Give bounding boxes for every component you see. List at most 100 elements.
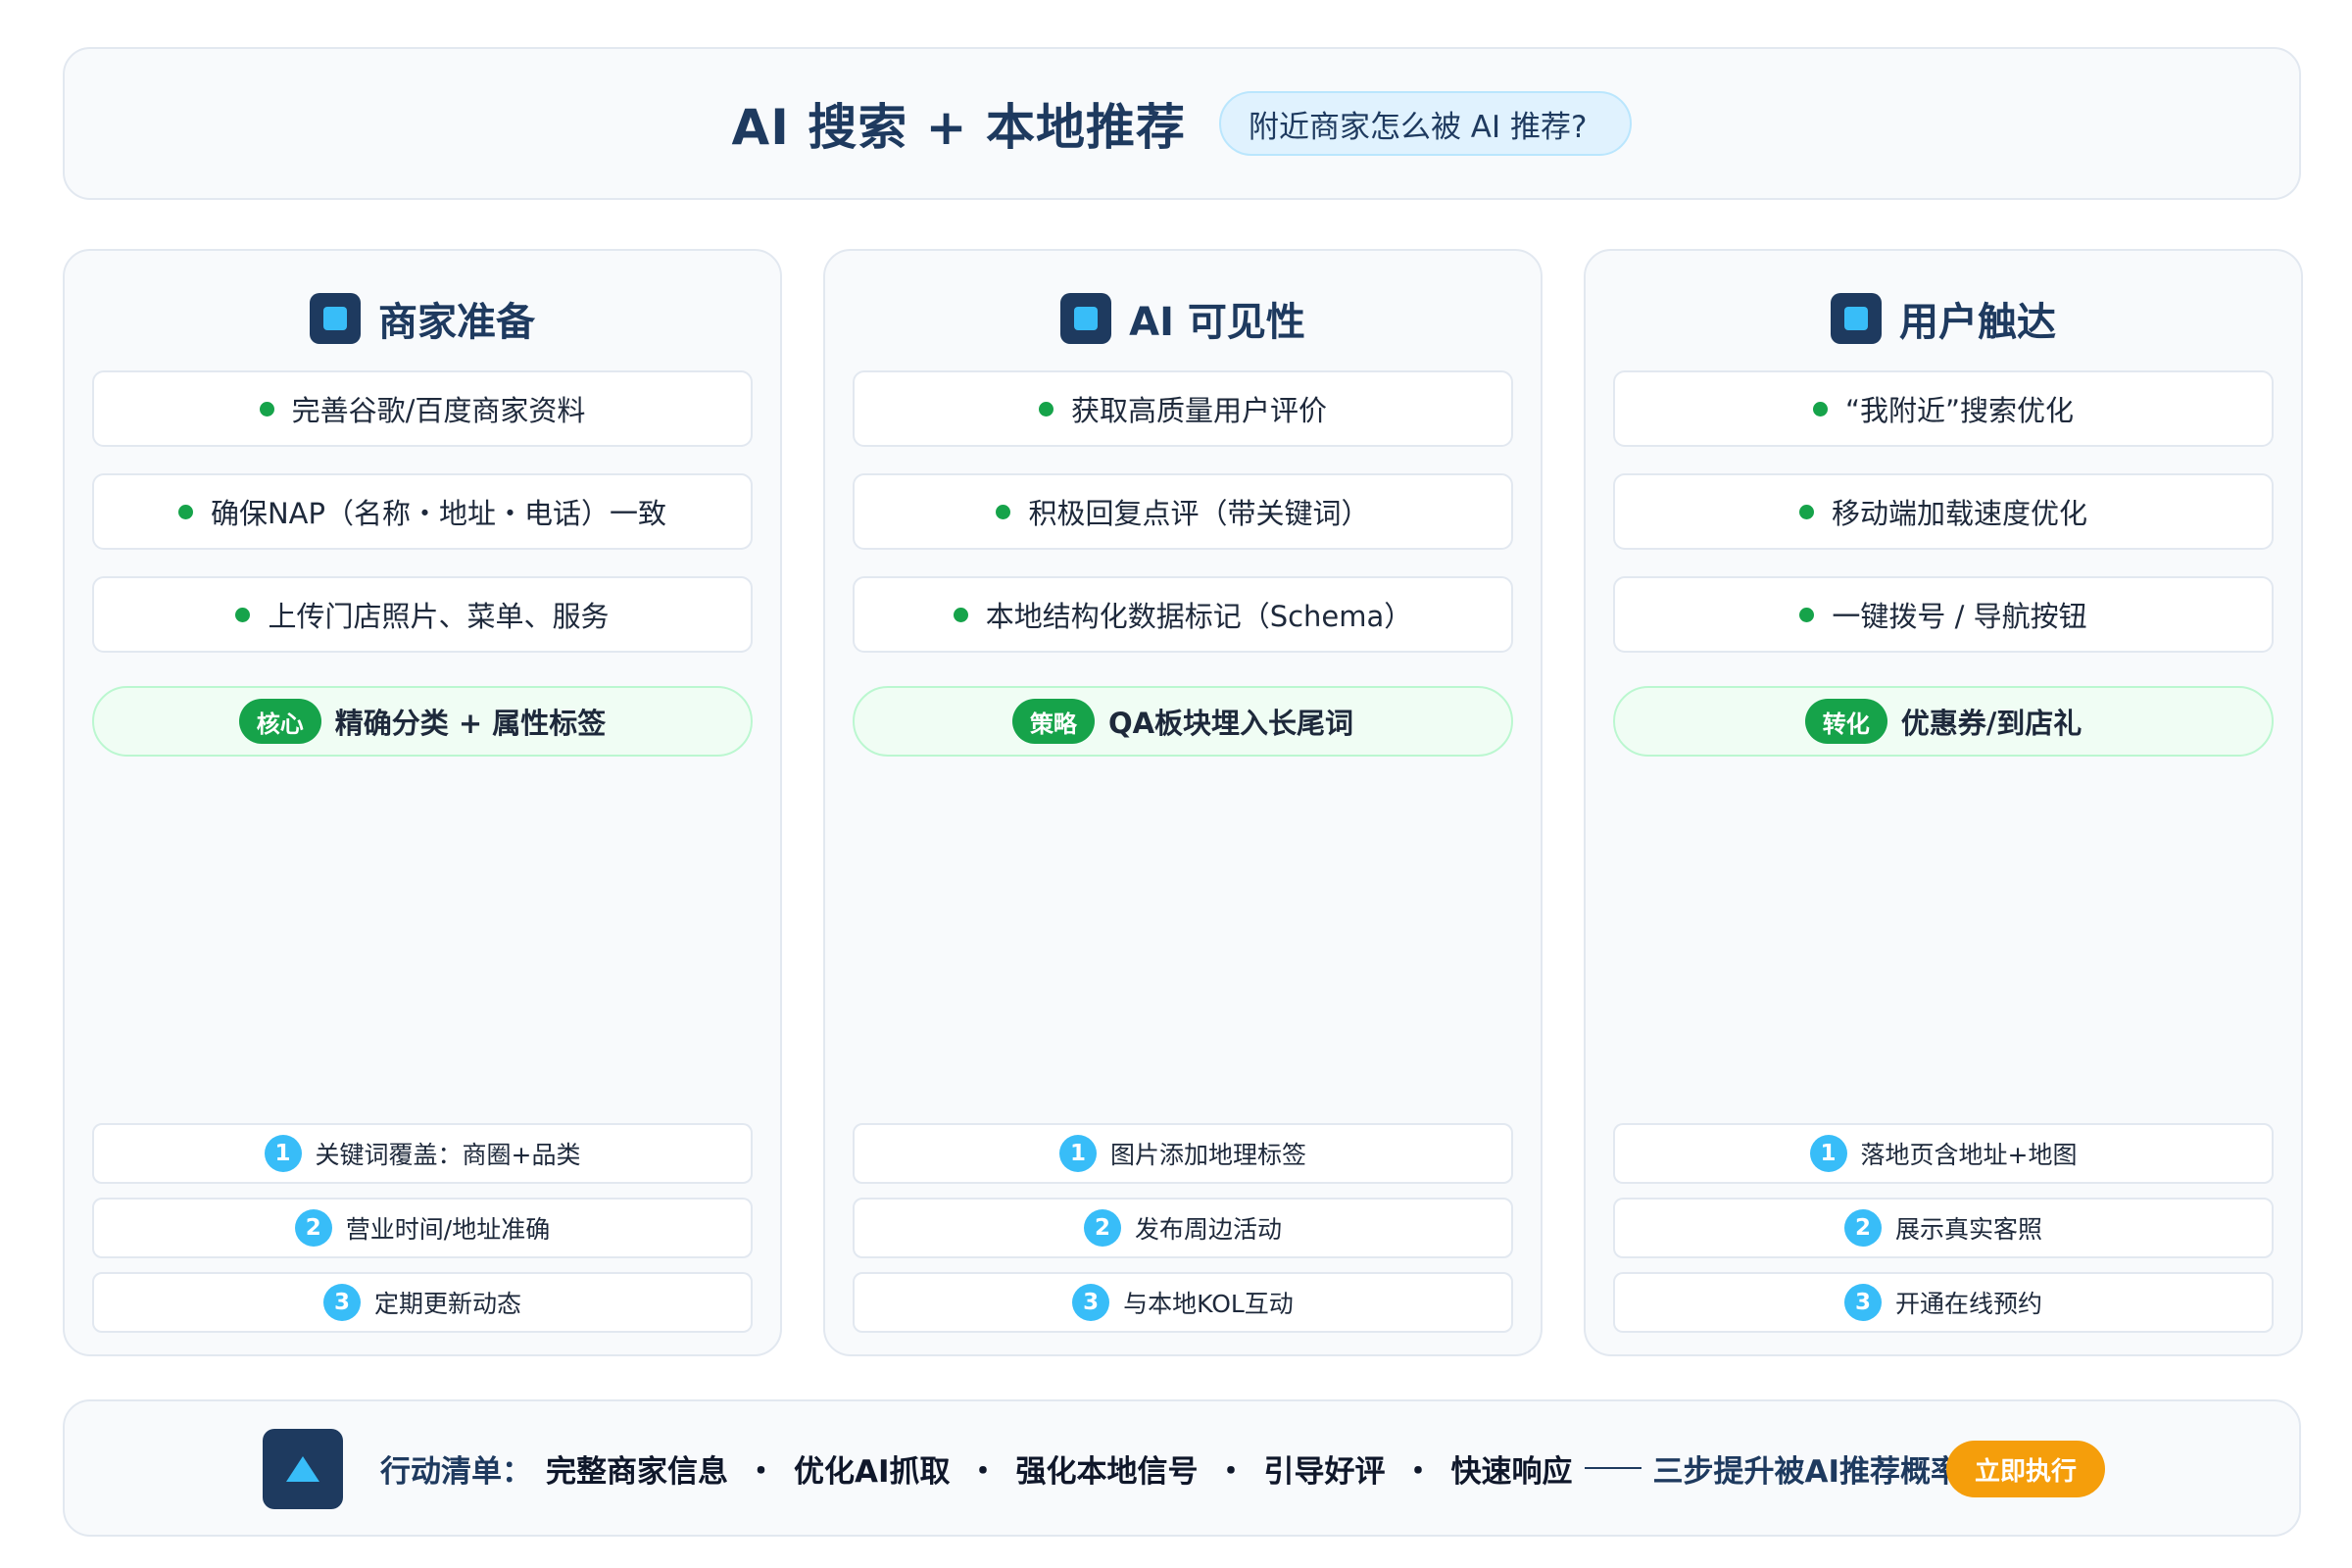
checklist-separator: ・: [746, 1453, 776, 1490]
bullet-dot-icon: [1798, 504, 1814, 519]
list-item: 本地结构化数据标记（Schema）: [853, 576, 1513, 653]
dash-divider: [1584, 1467, 1642, 1469]
checklist-separator: ・: [967, 1453, 999, 1490]
item-text: 积极回复点评（带关键词）: [1028, 497, 1370, 530]
step-item: 1 落地页含地址+地图: [1613, 1123, 2274, 1184]
item-text: 获取高质量用户评价: [1070, 394, 1327, 427]
item-list: “我附近”搜索优化 移动端加载速度优化 一键拨号 / 导航按钮: [1613, 370, 2274, 679]
checklist-item: 优化AI抓取: [794, 1453, 951, 1490]
list-item: 移动端加载速度优化: [1613, 473, 2274, 550]
bullet-dot-icon: [259, 401, 274, 416]
highlight-text: 优惠券/到店礼: [1900, 707, 2082, 740]
step-text: 营业时间/地址准确: [345, 1215, 551, 1244]
column-ai-visibility: AI 可见性 获取高质量用户评价 积极回复点评（带关键词） 本地结构化数据标记（…: [823, 249, 1543, 1356]
item-list: 获取高质量用户评价 积极回复点评（带关键词） 本地结构化数据标记（Schema）: [853, 370, 1513, 679]
step-list: 1 关键词覆盖：商圈+品类 2 营业时间/地址准确 3 定期更新动态: [92, 1123, 753, 1347]
step-text: 开通在线预约: [1894, 1290, 2042, 1318]
step-number: 2: [1083, 1209, 1121, 1247]
highlight-row: 转化 优惠券/到店礼: [1613, 686, 2274, 757]
checklist-item: 引导好评: [1263, 1453, 1386, 1490]
execute-now-button[interactable]: 立即执行: [1946, 1441, 2105, 1497]
checklist-item: 完整商家信息: [546, 1453, 728, 1490]
bullet-dot-icon: [1038, 401, 1054, 416]
checklist-item: 快速响应: [1450, 1453, 1573, 1490]
step-number: 3: [1072, 1284, 1110, 1321]
step-text: 关键词覆盖：商圈+品类: [315, 1141, 581, 1169]
step-number: 3: [322, 1284, 361, 1321]
step-text: 图片添加地理标签: [1109, 1141, 1306, 1169]
step-item: 3 定期更新动态: [92, 1272, 753, 1333]
step-number: 1: [1809, 1135, 1847, 1172]
bullet-dot-icon: [1799, 607, 1815, 622]
item-text: 本地结构化数据标记（Schema）: [985, 600, 1413, 633]
highlight-text: 精确分类 + 属性标签: [334, 707, 607, 740]
action-checklist: 行动清单： 完整商家信息 ・ 优化AI抓取 ・ 强化本地信号 ・ 引导好评 ・ …: [380, 1401, 1961, 1535]
highlight-row: 策略 QA板块埋入长尾词: [853, 686, 1513, 757]
checklist-item: 强化本地信号: [1015, 1453, 1199, 1490]
column-header: 商家准备: [65, 284, 780, 353]
highlight-badge: 转化: [1804, 699, 1887, 744]
highlight-row: 核心 精确分类 + 属性标签: [92, 686, 753, 757]
column-merchant-prep: 商家准备 完善谷歌/百度商家资料 确保NAP（名称・地址・电话）一致 上传门店照…: [63, 249, 782, 1356]
highlight-text: QA板块埋入长尾词: [1107, 707, 1354, 740]
step-text: 落地页含地址+地图: [1860, 1141, 2078, 1169]
triangle-up-icon: [263, 1429, 343, 1509]
subtitle-pill: 附近商家怎么被 AI 推荐?: [1218, 91, 1633, 156]
item-text: 上传门店照片、菜单、服务: [268, 600, 610, 633]
list-item: “我附近”搜索优化: [1613, 370, 2274, 447]
square-icon: [1831, 293, 1882, 344]
step-list: 1 图片添加地理标签 2 发布周边活动 3 与本地KOL互动: [853, 1123, 1513, 1347]
list-item: 上传门店照片、菜单、服务: [92, 576, 753, 653]
step-item: 1 关键词覆盖：商圈+品类: [92, 1123, 753, 1184]
step-text: 发布周边活动: [1134, 1215, 1282, 1244]
item-text: 一键拨号 / 导航按钮: [1832, 600, 2087, 633]
step-number: 1: [1058, 1135, 1097, 1172]
step-number: 2: [294, 1209, 332, 1247]
list-item: 积极回复点评（带关键词）: [853, 473, 1513, 550]
column-header: AI 可见性: [825, 284, 1541, 353]
bullet-dot-icon: [953, 607, 968, 622]
checklist-label: 行动清单：: [380, 1453, 532, 1490]
step-item: 1 图片添加地理标签: [853, 1123, 1513, 1184]
bullet-dot-icon: [1812, 401, 1828, 416]
list-item: 确保NAP（名称・地址・电话）一致: [92, 473, 753, 550]
header-banner: AI 搜索 + 本地推荐 附近商家怎么被 AI 推荐?: [63, 47, 2301, 200]
action-footer: 行动清单： 完整商家信息 ・ 优化AI抓取 ・ 强化本地信号 ・ 引导好评 ・ …: [63, 1399, 2301, 1537]
item-list: 完善谷歌/百度商家资料 确保NAP（名称・地址・电话）一致 上传门店照片、菜单、…: [92, 370, 753, 679]
highlight-badge: 策略: [1011, 699, 1095, 744]
step-text: 展示真实客照: [1894, 1215, 2042, 1244]
highlight-badge: 核心: [238, 699, 321, 744]
square-icon: [1060, 293, 1112, 344]
list-item: 一键拨号 / 导航按钮: [1613, 576, 2274, 653]
column-header: 用户触达: [1586, 284, 2301, 353]
bullet-dot-icon: [996, 504, 1011, 519]
step-item: 2 展示真实客照: [1613, 1198, 2274, 1258]
step-number: 2: [1843, 1209, 1882, 1247]
page-title: AI 搜索 + 本地推荐: [731, 99, 1186, 156]
step-item: 3 开通在线预约: [1613, 1272, 2274, 1333]
step-list: 1 落地页含地址+地图 2 展示真实客照 3 开通在线预约: [1613, 1123, 2274, 1347]
column-title: 商家准备: [378, 300, 535, 345]
checklist-separator: ・: [1402, 1453, 1434, 1490]
step-text: 定期更新动态: [373, 1290, 521, 1318]
column-title: 用户触达: [1899, 300, 2056, 345]
step-item: 3 与本地KOL互动: [853, 1272, 1513, 1333]
checklist-tail: 三步提升被AI推荐概率: [1652, 1453, 1962, 1490]
list-item: 获取高质量用户评价: [853, 370, 1513, 447]
square-icon: [310, 293, 361, 344]
list-item: 完善谷歌/百度商家资料: [92, 370, 753, 447]
step-item: 2 营业时间/地址准确: [92, 1198, 753, 1258]
checklist-separator: ・: [1215, 1453, 1247, 1490]
item-text: 完善谷歌/百度商家资料: [291, 394, 586, 427]
bullet-dot-icon: [235, 607, 251, 622]
step-number: 3: [1843, 1284, 1882, 1321]
bullet-dot-icon: [177, 504, 193, 519]
item-text: 移动端加载速度优化: [1831, 497, 2087, 530]
column-title: AI 可见性: [1129, 300, 1305, 345]
step-text: 与本地KOL互动: [1123, 1290, 1294, 1318]
step-number: 1: [264, 1135, 302, 1172]
column-user-reach: 用户触达 “我附近”搜索优化 移动端加载速度优化 一键拨号 / 导航按钮 转化 …: [1584, 249, 2303, 1356]
step-item: 2 发布周边活动: [853, 1198, 1513, 1258]
item-text: “我附近”搜索优化: [1844, 394, 2075, 427]
item-text: 确保NAP（名称・地址・电话）一致: [210, 497, 667, 530]
